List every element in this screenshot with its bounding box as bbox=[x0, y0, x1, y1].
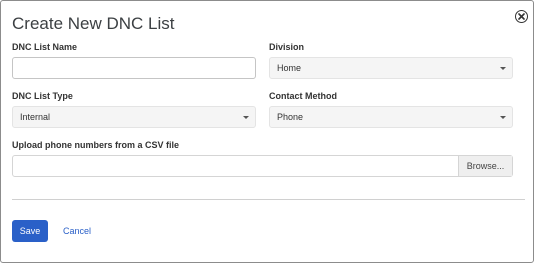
dnc-list-type-select[interactable]: Internal bbox=[12, 106, 256, 128]
upload-csv-label: Upload phone numbers from a CSV file bbox=[12, 140, 180, 150]
close-icon bbox=[518, 13, 525, 20]
contact-method-label: Contact Method bbox=[269, 91, 337, 101]
close-button[interactable] bbox=[515, 10, 528, 23]
dnc-list-type-label: DNC List Type bbox=[12, 91, 73, 101]
file-upload-field: Browse... bbox=[12, 155, 513, 177]
chevron-down-icon bbox=[500, 116, 506, 119]
dnc-list-type-selected-value: Internal bbox=[20, 112, 51, 122]
dialog-title: Create New DNC List bbox=[12, 14, 175, 33]
file-path-input[interactable] bbox=[13, 156, 458, 176]
dnc-list-name-label: DNC List Name bbox=[12, 42, 78, 52]
chevron-down-icon bbox=[500, 67, 506, 70]
division-selected-value: Home bbox=[277, 63, 302, 73]
footer-divider bbox=[12, 199, 525, 200]
save-button[interactable]: Save bbox=[12, 220, 48, 242]
division-select[interactable]: Home bbox=[269, 57, 513, 79]
browse-button[interactable]: Browse... bbox=[458, 156, 512, 176]
chevron-down-icon bbox=[243, 116, 249, 119]
contact-method-select[interactable]: Phone bbox=[269, 106, 513, 128]
division-label: Division bbox=[269, 42, 305, 52]
cancel-link[interactable]: Cancel bbox=[63, 226, 91, 236]
dnc-list-name-input[interactable] bbox=[12, 57, 256, 79]
create-dnc-list-dialog: Create New DNC List DNC List Name Divisi… bbox=[0, 0, 534, 263]
contact-method-selected-value: Phone bbox=[277, 112, 304, 122]
